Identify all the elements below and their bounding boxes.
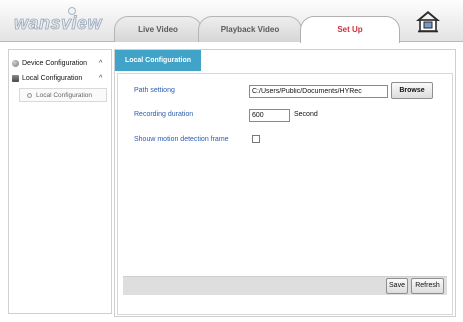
logo-eye-icon — [68, 7, 76, 15]
tab-playback-video[interactable]: Playback Video — [198, 16, 302, 42]
sidebar-item-device-configuration[interactable]: Device Configuration ^ — [9, 56, 111, 71]
motion-detection-checkbox[interactable] — [252, 135, 260, 143]
sidebar-item-label: Local Configuration — [22, 75, 83, 82]
chevron-up-icon: ^ — [99, 75, 103, 82]
content-area: Local Configuration Path settiong Browse… — [114, 49, 456, 317]
recording-duration-label: Recording duration — [134, 111, 194, 118]
tab-live-video[interactable]: Live Video — [114, 16, 202, 42]
sidebar-subitem-label: Local Configuration — [36, 92, 93, 99]
home-icon — [416, 11, 440, 33]
browse-button[interactable]: Browse — [391, 82, 433, 99]
motion-detection-label: Shouw motion detection frame — [134, 136, 229, 143]
sidebar-subitem-local-configuration[interactable]: Local Configuration — [19, 88, 107, 102]
sidebar-item-label: Device Configuration — [22, 60, 87, 67]
save-button[interactable]: Save — [386, 278, 408, 294]
settings-panel: Path settiong Browse Recording duration … — [117, 73, 453, 315]
tab-local-configuration[interactable]: Local Configuration — [115, 50, 201, 71]
bullet-icon — [27, 93, 32, 98]
gear-icon — [12, 60, 19, 67]
home-button[interactable] — [415, 9, 441, 33]
path-label: Path settiong — [134, 87, 175, 94]
action-bar: Save Refresh — [123, 276, 447, 295]
top-header: wansview Live Video Playback Video Set U… — [0, 0, 463, 43]
path-input[interactable] — [249, 85, 388, 98]
duration-unit-label: Second — [294, 111, 318, 118]
sidebar-item-local-configuration[interactable]: Local Configuration ^ — [9, 71, 111, 86]
local-config-icon — [12, 75, 19, 82]
tab-set-up[interactable]: Set Up — [300, 16, 400, 43]
sidebar: Device Configuration ^ Local Configurati… — [8, 49, 112, 314]
logo-text: wansview — [14, 13, 103, 34]
wansview-logo: wansview — [14, 7, 103, 34]
recording-duration-input[interactable] — [249, 109, 290, 122]
chevron-up-icon: ^ — [99, 60, 103, 67]
refresh-button[interactable]: Refresh — [411, 278, 444, 294]
